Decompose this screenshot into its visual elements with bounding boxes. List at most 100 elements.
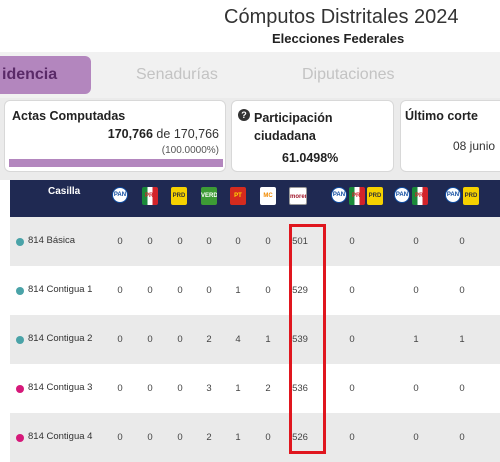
vote-cell: 0 [459,236,465,247]
vote-cell: 0 [265,285,271,296]
participacion-value: 61.0498% [282,151,339,165]
vote-cell: 1 [459,334,465,345]
election-tabs: idencia Senadurías Diputaciones [0,52,500,98]
casilla-name: 814 Contigua 3 [28,382,93,393]
table-row[interactable]: 814 Contigua 3 0 0 0 3 1 2 536 0 0 0 [10,364,500,413]
table-row[interactable]: 814 Contigua 4 0 0 0 2 1 0 526 0 0 0 [10,413,500,462]
vote-cell: 2 [206,334,212,345]
party-logo-icon: PT [230,187,246,205]
vote-cell: 0 [117,334,123,345]
party-column-2: PRD [171,187,187,205]
party-logo-icon: PAN [394,187,410,203]
page-subtitle: Elecciones Federales [272,31,405,46]
party-logo-icon: PRI [412,187,428,205]
actas-of: de [156,127,171,141]
party-column-9: PAN PRD [445,187,479,205]
party-column-4: PT [230,187,246,205]
vote-cell: 1 [235,383,241,394]
party-logo-icon: PRI [142,187,158,205]
actas-card: Actas Computadas 170,766 de 170,766 (100… [4,100,226,172]
page-title: Cómputos Distritales 2024 [224,6,459,28]
table-row[interactable]: 814 Contigua 2 0 0 0 2 4 1 539 0 1 1 [10,315,500,364]
party-column-6: morena [289,187,307,205]
vote-cell: 2 [206,432,212,443]
table-row[interactable]: 814 Básica 0 0 0 0 0 0 501 0 0 0 [10,217,500,266]
summary-cards: Actas Computadas 170,766 de 170,766 (100… [0,98,500,180]
vote-cell: 0 [413,432,419,443]
vote-cell: 0 [147,236,153,247]
vote-cell: 0 [459,432,465,443]
vote-cell: 0 [147,334,153,345]
casilla-name: 814 Contigua 2 [28,333,93,344]
casilla-name: 814 Contigua 1 [28,284,93,295]
vote-cell: 0 [413,285,419,296]
party-logo-icon: PAN [112,187,128,203]
table-header: Casilla PANPRIPRDVERDEPTMCmorenaPANPRIPR… [10,180,500,217]
party-logo-icon: MC [260,187,276,205]
vote-cell: 1 [235,285,241,296]
status-dot-icon [16,238,24,246]
page-header: Cómputos Distritales 2024 Elecciones Fed… [0,0,500,52]
party-column-5: MC [260,187,276,205]
table-row[interactable]: 814 Contigua 1 0 0 0 0 1 0 529 0 0 0 [10,266,500,315]
tab-diputaciones[interactable]: Diputaciones [302,56,395,94]
casilla-name: 814 Contigua 4 [28,431,93,442]
vote-cell: 0 [265,432,271,443]
tab-presidencia[interactable]: idencia [0,56,91,94]
vote-cell: 0 [206,285,212,296]
vote-cell: 0 [177,334,183,345]
casilla-name: 814 Básica [28,235,76,246]
vote-cell: 1 [265,334,271,345]
party-logo-icon: PRD [463,187,479,205]
actas-value: 170,766 de 170,766 [108,127,219,141]
vote-cell: 0 [413,383,419,394]
status-dot-icon [16,336,24,344]
party-logo-icon: VERDE [201,187,217,205]
vote-cell: 0 [177,383,183,394]
vote-cell: 0 [349,285,355,296]
vote-cell: 0 [265,236,271,247]
vote-cell: 0 [117,236,123,247]
vote-cell: 0 [147,432,153,443]
status-dot-icon [16,287,24,295]
vote-cell: 2 [265,383,271,394]
participacion-label: Participación ciudadana [254,111,333,143]
actas-percent: (100.0000%) [161,145,219,156]
vote-cell: 0 [349,334,355,345]
actas-total: 170,766 [173,127,219,141]
vote-cell: 0 [177,432,183,443]
party-logo-icon: PRD [367,187,383,205]
party-column-1: PRI [142,187,158,205]
help-icon[interactable]: ? [238,109,250,121]
status-dot-icon [16,385,24,393]
tab-senadurias[interactable]: Senadurías [136,56,218,94]
vote-cell: 0 [459,383,465,394]
actas-computed: 170,766 [107,127,153,141]
corte-label: Último corte [405,109,478,123]
highlight-box [289,224,326,454]
status-dot-icon [16,434,24,442]
party-column-3: VERDE [201,187,217,205]
party-column-8: PAN PRI [394,187,428,205]
participacion-card: ? Participación ciudadana 61.0498% [231,100,394,172]
vote-cell: 0 [117,285,123,296]
vote-cell: 0 [147,285,153,296]
vote-cell: 3 [206,383,212,394]
vote-cell: 0 [349,432,355,443]
vote-cell: 0 [147,383,153,394]
party-column-7: PAN PRI PRD [331,187,383,205]
vote-cell: 0 [177,236,183,247]
party-logo-icon: morena [289,187,307,205]
vote-cell: 0 [117,383,123,394]
vote-cell: 0 [206,236,212,247]
corte-value: 08 junio [453,139,496,153]
vote-cell: 0 [117,432,123,443]
party-logo-icon: PRI [349,187,365,205]
vote-cell: 0 [459,285,465,296]
actas-progress-fill [9,159,223,167]
vote-cell: 1 [235,432,241,443]
corte-card: Último corte 08 junio [400,100,500,172]
vote-cell: 0 [349,236,355,247]
vote-cell: 0 [413,236,419,247]
casilla-column-header: Casilla [48,186,81,197]
